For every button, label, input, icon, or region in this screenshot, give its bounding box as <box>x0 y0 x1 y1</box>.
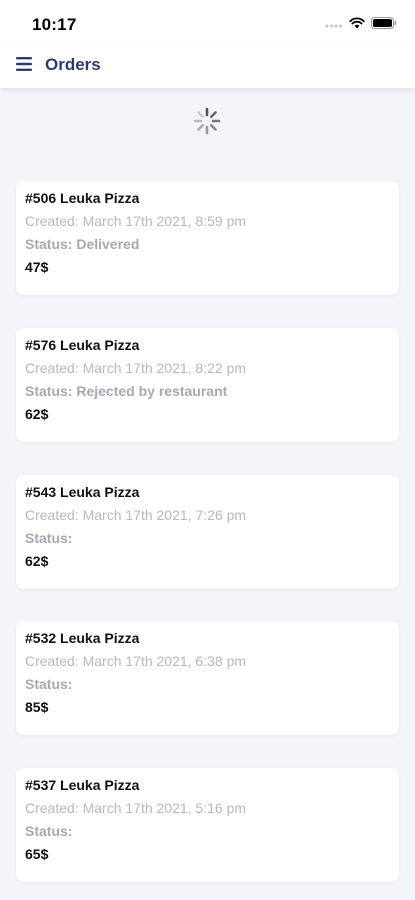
order-created-date: Created: March 17th 2021, 6:38 pm <box>25 653 247 669</box>
order-title: #576 Leuka Pizza <box>25 337 140 353</box>
order-status: Status: <box>25 530 73 546</box>
order-card[interactable]: #532 Leuka Pizza Created: March 17th 202… <box>16 621 399 735</box>
order-title: #532 Leuka Pizza <box>25 630 140 646</box>
order-price: 62$ <box>25 406 49 422</box>
order-card[interactable]: #537 Leuka Pizza Created: March 17th 202… <box>16 768 399 882</box>
order-price: 85$ <box>25 699 49 715</box>
order-status: Status: <box>25 676 73 692</box>
loading-spinner-icon <box>193 107 221 135</box>
order-created-date: Created: March 17th 2021, 7:26 pm <box>25 507 247 523</box>
order-created-date: Created: March 17th 2021, 8:22 pm <box>25 360 247 376</box>
wifi-icon <box>349 17 365 29</box>
cellular-signal-icon <box>325 24 342 28</box>
status-bar: 10:17 <box>0 0 415 44</box>
hamburger-menu-icon[interactable] <box>16 57 32 71</box>
order-created-date: Created: March 17th 2021, 5:16 pm <box>25 800 247 816</box>
order-card[interactable]: #543 Leuka Pizza Created: March 17th 202… <box>16 475 399 589</box>
order-status: Status: Rejected by restaurant <box>25 383 228 399</box>
order-price: 62$ <box>25 553 49 569</box>
navigation-bar: Orders <box>0 44 415 88</box>
battery-icon <box>371 17 397 29</box>
status-icons <box>325 17 397 29</box>
order-title: #537 Leuka Pizza <box>25 777 140 793</box>
order-card[interactable]: #576 Leuka Pizza Created: March 17th 202… <box>16 328 399 442</box>
order-price: 47$ <box>25 259 49 275</box>
page-title: Orders <box>45 55 101 74</box>
order-status: Status: Delivered <box>25 236 140 252</box>
order-card[interactable]: #506 Leuka Pizza Created: March 17th 202… <box>16 181 399 295</box>
status-time: 10:17 <box>32 15 77 34</box>
order-title: #543 Leuka Pizza <box>25 484 140 500</box>
order-title: #506 Leuka Pizza <box>25 190 140 206</box>
order-created-date: Created: March 17th 2021, 8:59 pm <box>25 213 247 229</box>
order-price: 65$ <box>25 846 49 862</box>
order-status: Status: <box>25 823 73 839</box>
